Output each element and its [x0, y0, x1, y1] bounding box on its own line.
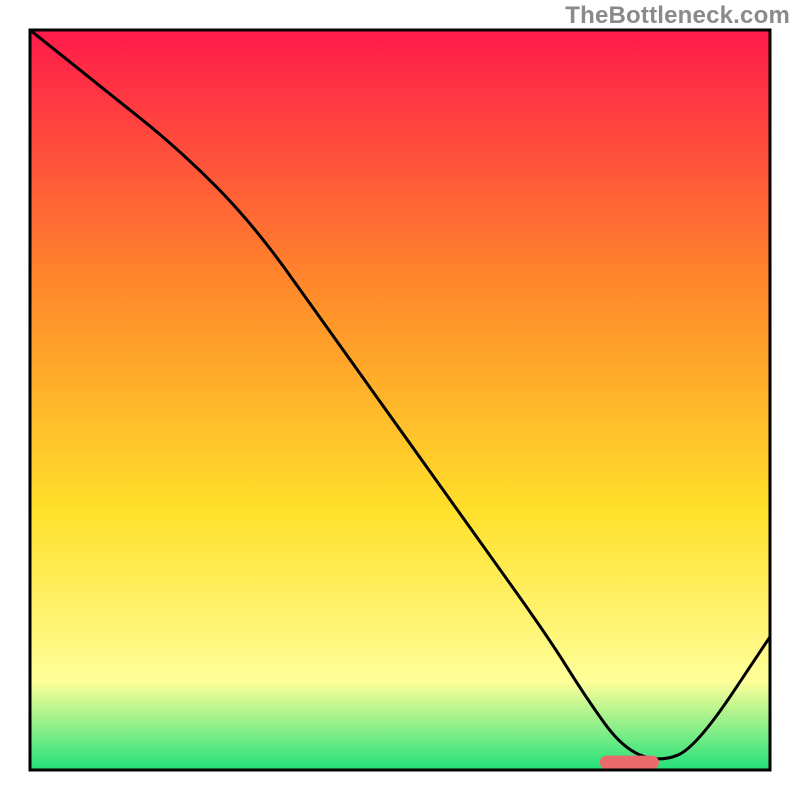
- chart-stage: { "watermark": "TheBottleneck.com", "col…: [0, 0, 800, 800]
- bottleneck-chart: [0, 0, 800, 800]
- gradient-background: [30, 30, 770, 770]
- watermark-text: TheBottleneck.com: [565, 2, 790, 30]
- optimal-marker: [600, 756, 659, 770]
